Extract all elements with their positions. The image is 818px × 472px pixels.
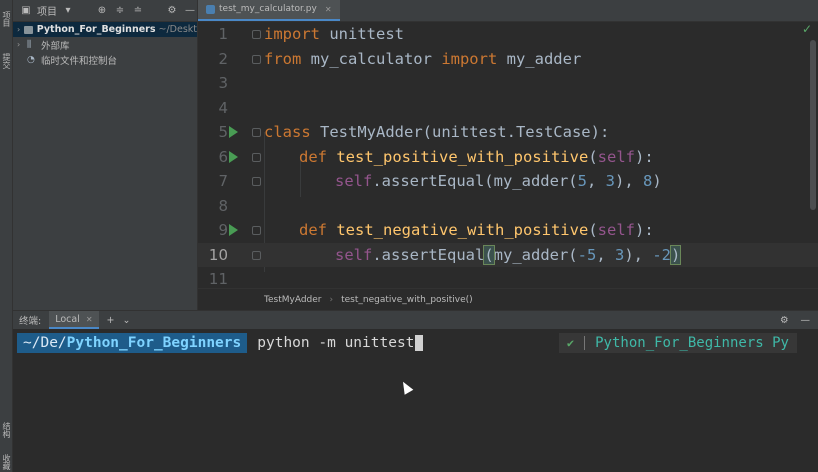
code-text: class TestMyAdder(unittest.TestCase): xyxy=(264,123,610,142)
terminal-panel: 终端: Local ✕ + ⌄ ⚙ — ~/De/Python_For_Begi… xyxy=(13,310,818,472)
python-file-icon xyxy=(206,4,215,14)
editor: test_my_calculator.py ✕ ✓ 1 import unitt… xyxy=(198,0,818,310)
line-number: 9 xyxy=(218,221,228,240)
mouse-pointer-icon xyxy=(398,379,414,395)
gear-icon[interactable]: ⚙ xyxy=(165,5,179,16)
line-number: 8 xyxy=(218,196,228,215)
code-line-current[interactable]: 10 self.assertEqual(my_adder(-5, 3), -2) xyxy=(198,242,818,267)
line-number: 11 xyxy=(208,270,228,289)
structure-tool-tab[interactable]: 结构 xyxy=(0,415,13,445)
fold-icon[interactable] xyxy=(252,250,261,260)
tree-item-external-libraries[interactable]: › ⫼ 外部库 xyxy=(13,37,197,52)
terminal-header: 终端: Local ✕ + ⌄ ⚙ — xyxy=(13,311,818,329)
tab-label: test_my_calculator.py xyxy=(219,4,317,14)
breadcrumb-method[interactable]: test_negative_with_positive() xyxy=(341,295,473,305)
prompt-prefix: ~/De/ xyxy=(23,335,67,351)
line-number: 7 xyxy=(218,172,228,191)
tab-test-my-calculator[interactable]: test_my_calculator.py ✕ xyxy=(198,0,340,21)
line-number: 3 xyxy=(218,74,228,93)
fold-icon[interactable] xyxy=(252,177,261,186)
code-area[interactable]: 1 import unittest 2 from my_calculator i… xyxy=(198,22,818,288)
favorites-tool-tab[interactable]: 收藏 xyxy=(0,452,13,472)
editor-scrollbar[interactable] xyxy=(810,40,816,210)
prompt-path: ~/De/Python_For_Beginners xyxy=(17,333,248,353)
library-icon: ⫼ xyxy=(27,39,32,50)
chevron-right-icon[interactable]: › xyxy=(17,25,24,34)
hide-icon[interactable]: — xyxy=(801,315,811,326)
fold-icon[interactable] xyxy=(252,54,261,64)
line-number: 5 xyxy=(218,123,228,142)
code-line[interactable]: 8 xyxy=(198,194,818,219)
folder-icon: ▣ xyxy=(21,5,31,16)
chevron-down-icon[interactable]: ⌄ xyxy=(123,315,131,326)
code-line[interactable]: 4 xyxy=(198,96,818,121)
breadcrumb-class[interactable]: TestMyAdder xyxy=(264,295,321,305)
project-toolbar: ▣ 项目 ▾ ⊕ ≑ ≐ ⚙ — xyxy=(13,0,197,22)
fold-icon[interactable] xyxy=(252,152,261,162)
left-tool-strip: 项目 提交 结构 收藏 xyxy=(0,0,13,472)
run-test-icon[interactable] xyxy=(229,150,238,163)
close-icon[interactable]: ✕ xyxy=(86,315,93,324)
tree-item-label: 外部库 xyxy=(41,40,70,52)
code-text: import unittest xyxy=(264,25,404,44)
project-tool-tab[interactable]: 项目 xyxy=(0,4,13,34)
close-icon[interactable]: ✕ xyxy=(325,5,332,14)
commit-tool-tab[interactable]: 提交 xyxy=(0,46,13,76)
terminal-title: 终端: xyxy=(19,316,42,327)
code-line[interactable]: 7 self.assertEqual(my_adder(5, 3), 8) xyxy=(198,169,818,194)
run-test-icon[interactable] xyxy=(229,126,238,138)
code-line[interactable]: 9 def test_negative_with_positive(self): xyxy=(198,218,818,243)
code-text: self.assertEqual(my_adder(-5, 3), -2) xyxy=(335,244,682,265)
project-path: ~/Deskt xyxy=(158,24,198,35)
folder-icon xyxy=(24,25,33,34)
add-terminal-icon[interactable]: + xyxy=(107,315,115,326)
hide-icon[interactable]: — xyxy=(183,5,197,16)
code-line[interactable]: 1 import unittest xyxy=(198,22,818,47)
breadcrumb-separator-icon: › xyxy=(329,294,334,305)
line-number: 10 xyxy=(208,245,228,264)
line-number: 2 xyxy=(218,49,228,68)
code-line[interactable]: 3 xyxy=(198,71,818,96)
gear-icon[interactable]: ⚙ xyxy=(780,315,789,326)
line-number: 1 xyxy=(218,25,228,44)
fold-icon[interactable] xyxy=(252,30,261,39)
code-line[interactable]: 6 def test_positive_with_positive(self): xyxy=(198,145,818,170)
code-text: from my_calculator import my_adder xyxy=(264,49,582,68)
line-number: 4 xyxy=(218,98,228,117)
expand-all-icon[interactable]: ≑ xyxy=(113,5,127,16)
locate-icon[interactable]: ⊕ xyxy=(95,5,109,16)
chevron-down-icon[interactable]: ▾ xyxy=(61,5,75,16)
status-check-icon: ✔ xyxy=(566,336,575,350)
tree-item-scratches[interactable]: ◔ 临时文件和控制台 xyxy=(13,52,197,67)
tab-local[interactable]: Local ✕ xyxy=(49,311,99,329)
tree-item-label: 临时文件和控制台 xyxy=(41,55,118,67)
run-test-icon[interactable] xyxy=(229,224,238,236)
tree-item-project-root[interactable]: › Python_For_Beginners ~/Deskt xyxy=(13,22,197,37)
code-text: def test_negative_with_positive(self): xyxy=(299,221,654,240)
collapse-all-icon[interactable]: ≐ xyxy=(131,5,145,16)
code-line[interactable]: 2 from my_calculator import my_adder xyxy=(198,47,818,72)
text-cursor xyxy=(415,335,424,351)
line-number: 6 xyxy=(218,147,228,166)
prompt-divider xyxy=(584,336,586,350)
chevron-right-icon[interactable]: › xyxy=(17,40,27,49)
venv-name: Python_For_Beginners Py xyxy=(595,335,789,351)
scratches-icon: ◔ xyxy=(27,54,35,65)
project-title[interactable]: 项目 xyxy=(37,3,57,18)
fold-icon[interactable] xyxy=(252,128,261,137)
fold-icon[interactable] xyxy=(252,226,261,235)
right-prompt: ✔ Python_For_Beginners Py xyxy=(558,333,797,353)
code-text: def test_positive_with_positive(self): xyxy=(299,147,654,166)
breadcrumb: TestMyAdder › test_negative_with_positiv… xyxy=(198,288,818,310)
prompt-dir: Python_For_Beginners xyxy=(66,335,242,351)
code-text: self.assertEqual(my_adder(5, 3), 8) xyxy=(335,172,662,191)
terminal-command: python -m unittest xyxy=(257,335,415,351)
terminal-prompt-line[interactable]: ~/De/Python_For_Beginners python -m unit… xyxy=(13,333,803,353)
project-panel: ▣ 项目 ▾ ⊕ ≑ ≐ ⚙ — › Python_For_Beginners … xyxy=(13,0,198,310)
project-name: Python_For_Beginners xyxy=(36,24,156,35)
code-line[interactable]: 5 class TestMyAdder(unittest.TestCase): xyxy=(198,120,818,145)
editor-tab-bar: test_my_calculator.py ✕ xyxy=(198,0,818,22)
tab-label: Local xyxy=(55,313,80,325)
